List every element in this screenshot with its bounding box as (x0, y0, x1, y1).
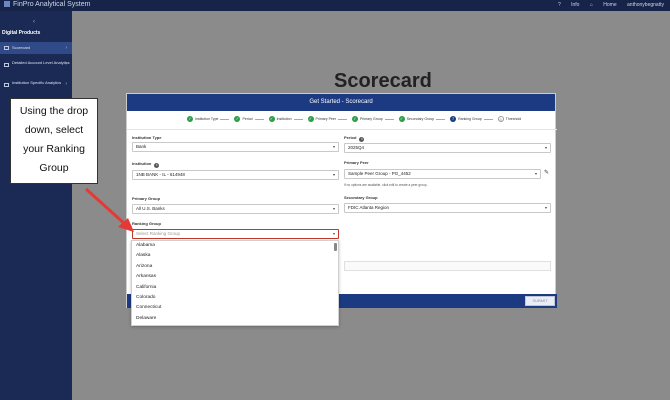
institution-type-select[interactable]: Bank ▾ (132, 142, 339, 152)
chevron-down-icon: ▾ (544, 145, 547, 150)
chevron-right-icon: › (65, 81, 67, 87)
step-period[interactable]: ✓ Period (234, 116, 264, 122)
chevron-right-icon: › (65, 61, 67, 67)
check-icon: ✓ (268, 116, 275, 122)
user-menu[interactable]: anthonybegnatty (627, 2, 664, 8)
ranking-group-dropdown: Alabama Alaska Arizona Arkansas Californ… (131, 240, 339, 326)
arrow-shaft (84, 187, 128, 227)
secondary-group-label: Secondary Group (344, 195, 378, 200)
primary-peer-helper-text: If no options are available, click edit … (344, 183, 428, 187)
chevron-down-icon: ▾ (332, 206, 335, 211)
step-institution[interactable]: ✓ Institution (268, 116, 303, 122)
step-institution-type[interactable]: ✓ Institution Type (187, 116, 230, 122)
ranking-group-select[interactable]: Select Ranking Group ▾ (132, 229, 339, 239)
callout-line: Using the drop (19, 105, 89, 117)
dropdown-option-california[interactable]: California (132, 283, 338, 293)
page-title: Scorecard (334, 70, 432, 92)
divider (127, 129, 557, 130)
pointer-arrow (84, 187, 134, 232)
check-icon: ✓ (307, 116, 314, 122)
callout-line: your Ranking (23, 143, 85, 155)
step-threshold[interactable]: 8 Threshold (497, 116, 521, 122)
check-icon: ✓ (234, 116, 241, 122)
collapse-sidebar-icon[interactable]: ‹ (33, 19, 35, 25)
dropdown-option-delaware[interactable]: Delaware (132, 314, 338, 324)
dropdown-option-arkansas[interactable]: Arkansas (132, 272, 338, 282)
chevron-down-icon: ▾ (332, 172, 335, 177)
secondary-group-select[interactable]: FDIC Atlanta Region ▾ (344, 203, 551, 213)
sidebar: ‹ Digital Products Scorecard › Detailed … (0, 11, 72, 400)
step-secondary-group[interactable]: ✓ Secondary Group (398, 116, 446, 122)
chevron-right-icon: › (65, 45, 67, 51)
top-nav-links: ? Info ⌂ Home anthonybegnatty (549, 2, 664, 8)
step-ranking-group[interactable]: 7 Ranking Group (450, 116, 493, 122)
dropdown-option-alaska[interactable]: Alaska (132, 251, 338, 261)
dropdown-scrollbar[interactable] (334, 243, 337, 251)
chevron-down-icon: ▾ (544, 205, 547, 210)
finpro-logo-icon (4, 1, 10, 7)
sidebar-item-detailed-account[interactable]: Detailed Account Level Analytics › (0, 59, 72, 73)
app-brand[interactable]: FinPro Analytical System (4, 1, 90, 8)
wizard-stepper: ✓ Institution Type ✓ Period ✓ Institution ✓… (187, 116, 525, 124)
check-icon: ✓ (187, 116, 193, 122)
threshold-select-placeholder (344, 261, 551, 271)
dropdown-option-arizona[interactable]: Arizona (132, 262, 338, 272)
sidebar-item-label: Institution Specific Analytics (12, 80, 62, 85)
sidebar-item-label: Detailed Account Level Analytics (12, 60, 70, 65)
dropdown-option-alabama[interactable]: Alabama (132, 241, 338, 251)
institution-type-label: Institution Type (132, 135, 162, 140)
check-icon: ✓ (398, 116, 405, 122)
institution-select[interactable]: 1NB BANK - IL - 614948 ▾ (132, 170, 339, 180)
chevron-down-icon: ▾ (332, 231, 335, 236)
primary-peer-select[interactable]: Sample Peer Group - PG_4452 ▾ (344, 169, 541, 179)
callout-line: down, select (24, 124, 84, 136)
info-icon[interactable]: i (359, 137, 365, 142)
chevron-down-icon: ▾ (534, 171, 537, 176)
institution-analytics-icon (4, 83, 9, 87)
info-icon[interactable]: i (154, 163, 160, 168)
home-link[interactable]: ⌂ Home (590, 2, 617, 8)
modal-title: Get Started - Scorecard (127, 94, 555, 111)
sidebar-item-label: Scorecard (12, 45, 31, 50)
check-icon: ✓ (351, 116, 358, 122)
sidebar-section-title: Digital Products (2, 30, 41, 36)
dropdown-option-colorado[interactable]: Colorado (132, 293, 338, 303)
scorecard-icon (4, 46, 9, 50)
edit-pencil-icon[interactable]: ✎ (544, 169, 549, 176)
top-nav-bar: FinPro Analytical System ? Info ⌂ Home a… (0, 0, 670, 11)
callout-line: Group (39, 162, 69, 174)
submit-button[interactable]: SUBMIT (525, 296, 555, 306)
step-primary-group[interactable]: ✓ Primary Group (351, 116, 394, 122)
chevron-down-icon: ▾ (332, 144, 335, 149)
sidebar-item-scorecard[interactable]: Scorecard › (0, 42, 72, 54)
app-title: FinPro Analytical System (13, 1, 91, 8)
sidebar-item-institution-specific[interactable]: Institution Specific Analytics › (0, 79, 72, 93)
instruction-callout: Using the drop down, select your Ranking… (10, 98, 98, 184)
step-primary-peer[interactable]: ✓ Primary Peer (307, 116, 347, 122)
primary-peer-label: Primary Peer (344, 160, 369, 165)
dropdown-option-connecticut[interactable]: Connecticut (132, 303, 338, 313)
detailed-analytics-icon (4, 63, 9, 67)
period-label: Period i (344, 135, 365, 142)
institution-label: Institution i (132, 161, 160, 168)
primary-group-select[interactable]: All U.S. Banks ▾ (132, 204, 339, 214)
info-link[interactable]: ? Info (558, 2, 580, 8)
period-select[interactable]: 2025Q4 ▾ (344, 143, 551, 153)
